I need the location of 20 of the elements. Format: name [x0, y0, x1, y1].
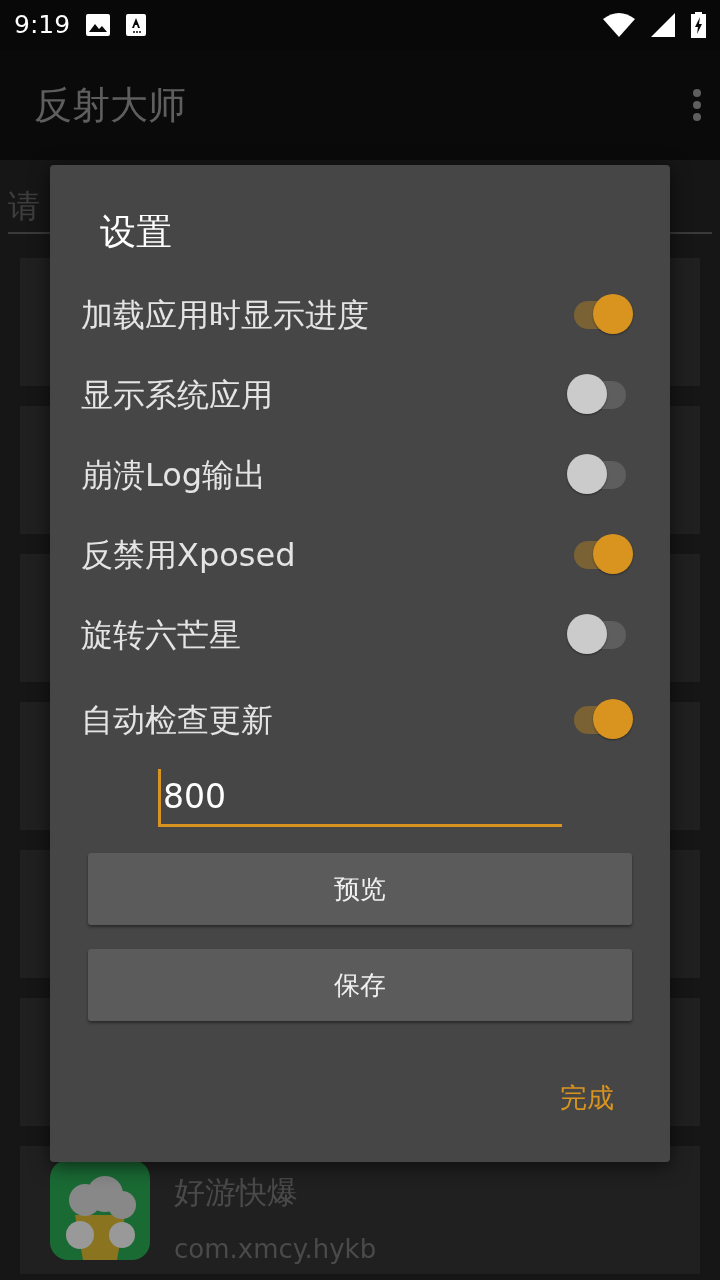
- done-button[interactable]: 完成: [554, 1077, 620, 1120]
- setting-label: 自动检查更新: [81, 700, 273, 741]
- signal-icon: [651, 13, 675, 37]
- battery-icon: [691, 12, 706, 38]
- number-input[interactable]: 800: [158, 769, 562, 827]
- app-title: 反射大师: [34, 81, 186, 129]
- setting-label: 反禁用Xposed: [81, 535, 296, 576]
- app-icon: [50, 1160, 150, 1260]
- clock-text: 9:19: [14, 9, 71, 42]
- font-icon: [126, 14, 147, 36]
- setting-label: 崩溃Log输出: [81, 455, 267, 496]
- dialog-button[interactable]: 保存: [88, 949, 632, 1021]
- wifi-icon: [603, 13, 635, 37]
- setting-label: 显示系统应用: [81, 375, 273, 416]
- image-icon: [86, 14, 111, 36]
- setting-label: 加载应用时显示进度: [81, 295, 369, 336]
- dialog-title: 设置: [100, 210, 172, 254]
- more-icon[interactable]: [692, 88, 702, 122]
- dialog-button[interactable]: 预览: [88, 853, 632, 925]
- setting-label: 旋转六芒星: [81, 615, 241, 656]
